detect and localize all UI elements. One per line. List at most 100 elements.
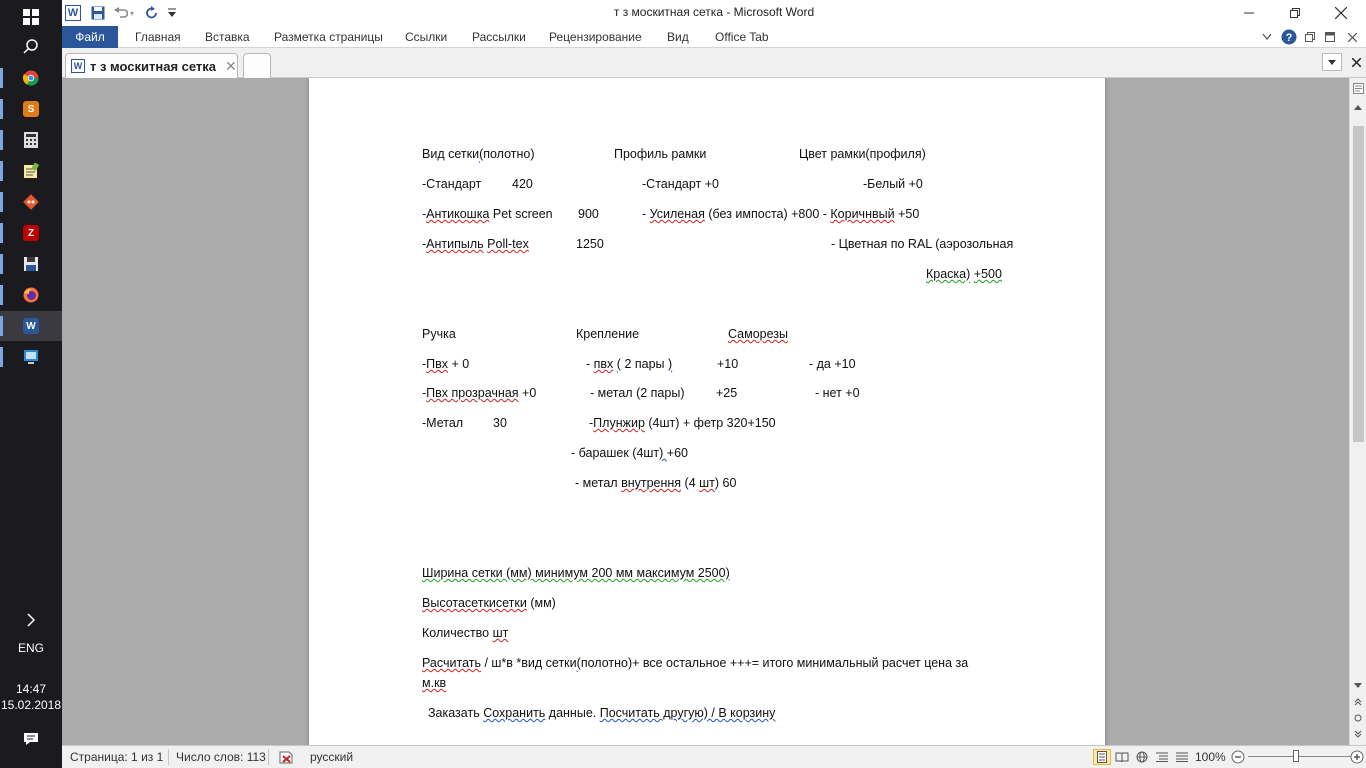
- tab-mailings[interactable]: Рассылки: [462, 26, 536, 48]
- close-tab-icon[interactable]: ✕: [225, 58, 237, 75]
- notepad-icon[interactable]: [0, 156, 62, 186]
- zoom-slider-thumb[interactable]: [1293, 750, 1299, 762]
- mount-metal: - метал (2 пары): [590, 386, 685, 400]
- help-icon[interactable]: ?: [1281, 29, 1297, 45]
- tab-file[interactable]: Файл: [62, 26, 118, 48]
- ribbon-close-icon[interactable]: [1344, 29, 1360, 45]
- remote-desktop-icon[interactable]: [0, 342, 62, 372]
- mount-pvc-price: +10: [717, 357, 739, 371]
- word-taskbar-icon[interactable]: W: [0, 311, 62, 341]
- tab-page-layout[interactable]: Разметка страницы: [264, 26, 393, 48]
- width-field-label: Ширина сетки (мм) минимум 200 мм максиму…: [422, 566, 730, 580]
- ruler-toggle-icon[interactable]: [1350, 80, 1366, 96]
- quantity-field-label: Количество шт: [422, 626, 509, 640]
- tab-office-tab[interactable]: Office Tab: [705, 26, 779, 48]
- minimize-button[interactable]: [1226, 0, 1272, 26]
- heading-frame-color: Цвет рамки(профиля): [799, 147, 926, 161]
- scrollbar-thumb[interactable]: [1353, 126, 1364, 442]
- clock-date: 15.02.2018: [0, 698, 62, 712]
- screws-yes: - да +10: [809, 357, 856, 371]
- reading-view-icon[interactable]: [1113, 749, 1131, 765]
- heading-screws: Саморезы: [728, 327, 789, 341]
- close-tabs-icon[interactable]: [1348, 53, 1364, 71]
- handle-metal-price: 30: [493, 416, 507, 430]
- tab-view[interactable]: Вид: [657, 26, 699, 48]
- svg-text:?: ?: [1286, 32, 1293, 44]
- mount-plunger: -Плунжир (4шт) + фетр 320+150: [589, 416, 776, 430]
- document-tab-active[interactable]: W т з москитная сетка ✕: [65, 53, 238, 78]
- document-tab-label: т з москитная сетка: [90, 58, 217, 74]
- tab-list-dropdown[interactable]: [1322, 53, 1342, 71]
- mount-wingnut: - барашек (4шт) +60: [571, 446, 689, 460]
- mesh-anticat: -Антикошка Pet screen: [422, 207, 553, 221]
- tab-references[interactable]: Ссылки: [395, 26, 457, 48]
- ribbon-tabs: Файл Главная Вставка Разметка страницы С…: [62, 26, 1366, 48]
- vertical-scrollbar[interactable]: [1349, 78, 1366, 745]
- document-language[interactable]: русский: [310, 750, 353, 764]
- calculator-icon[interactable]: [0, 125, 62, 155]
- scroll-up-icon[interactable]: [1350, 100, 1366, 114]
- color-white: -Белый +0: [863, 177, 923, 191]
- chevron-right-icon[interactable]: [0, 605, 62, 635]
- tab-home[interactable]: Главная: [125, 26, 191, 48]
- heading-handle: Ручка: [422, 327, 456, 341]
- restore-button[interactable]: [1272, 0, 1318, 26]
- draft-view-icon[interactable]: [1173, 749, 1191, 765]
- mount-pvc: - пвх ( 2 пары ): [586, 357, 673, 371]
- action-center-icon[interactable]: [0, 724, 62, 754]
- profile-reinforced: - Усиленая (без импоста) +800 - Коричнвы…: [642, 207, 920, 221]
- taskbar-clock[interactable]: 14:47 15.02.2018: [0, 681, 62, 713]
- ribbon-collapse-icon[interactable]: [1259, 29, 1275, 45]
- color-ral-paint: Краска) +500: [926, 267, 1002, 281]
- word-doc-icon: W: [71, 59, 85, 73]
- close-button[interactable]: [1318, 0, 1364, 26]
- ribbon-window-restore-icon[interactable]: [1302, 29, 1318, 45]
- outline-view-icon[interactable]: [1153, 749, 1171, 765]
- handle-pvc: -Пвх + 0: [422, 357, 470, 371]
- mount-metal-inner: - метал внутрення (4 шт) 60: [575, 476, 737, 490]
- zoom-out-icon[interactable]: [1231, 750, 1245, 764]
- zoom-in-icon[interactable]: [1350, 750, 1364, 764]
- mount-metal-price: +25: [716, 386, 738, 400]
- zoom-slider[interactable]: [1248, 756, 1352, 757]
- search-icon[interactable]: [0, 32, 62, 62]
- windows-start-icon[interactable]: [0, 2, 62, 32]
- document-tabs: W т з москитная сетка ✕: [62, 48, 1366, 78]
- calc-formula-line1: Расчитать / ш*в *вид сетки(полотно)+ все…: [422, 656, 969, 670]
- document-page[interactable]: Вид сетки(полотно) Профиль рамки Цвет ра…: [309, 78, 1105, 745]
- handle-pvc-clear: -Пвх прозрачная +0: [422, 386, 537, 400]
- chrome-icon[interactable]: [0, 63, 62, 93]
- mesh-standard-price: 420: [512, 177, 533, 191]
- print-layout-view-icon[interactable]: [1093, 749, 1111, 765]
- input-language[interactable]: ENG: [0, 641, 62, 655]
- next-page-icon[interactable]: [1350, 727, 1366, 741]
- document-area[interactable]: Вид сетки(полотно) Профиль рамки Цвет ра…: [62, 78, 1349, 745]
- previous-page-icon[interactable]: [1350, 695, 1366, 709]
- mesh-antidust-price: 1250: [576, 237, 604, 251]
- calc-formula-line2: м.кв: [422, 676, 447, 690]
- git-icon[interactable]: [0, 187, 62, 217]
- select-browse-object-icon[interactable]: [1350, 711, 1366, 725]
- word-count[interactable]: Число слов: 113: [176, 750, 266, 764]
- heading-mesh-type: Вид сетки(полотно): [422, 147, 535, 161]
- scroll-down-icon[interactable]: [1350, 678, 1366, 692]
- word-window: W ▾ т з москитная сетка - Microsoft Word: [62, 0, 1366, 768]
- zoom-level[interactable]: 100%: [1195, 750, 1226, 764]
- status-bar: Страница: 1 из 1 Число слов: 113 русский: [62, 745, 1366, 768]
- mesh-anticat-price: 900: [578, 207, 599, 221]
- tab-insert[interactable]: Вставка: [195, 26, 260, 48]
- sublime-icon[interactable]: S: [0, 94, 62, 124]
- proofing-icon[interactable]: [277, 749, 295, 765]
- order-actions-line: Заказать Сохранить данные. Посчитать дру…: [428, 706, 776, 720]
- web-layout-view-icon[interactable]: [1133, 749, 1151, 765]
- handle-metal: -Метал: [422, 416, 464, 430]
- color-ral: - Цветная по RAL (аэрозольная: [831, 237, 1014, 251]
- ribbon-restore-icon[interactable]: [1322, 29, 1338, 45]
- firefox-icon[interactable]: [0, 280, 62, 310]
- title-bar: W ▾ т з москитная сетка - Microsoft Word: [62, 0, 1366, 26]
- save-disk-icon[interactable]: [0, 249, 62, 279]
- page-count[interactable]: Страница: 1 из 1: [70, 750, 163, 764]
- filezilla-icon[interactable]: Z: [0, 218, 62, 248]
- new-tab-button[interactable]: [243, 53, 271, 78]
- tab-review[interactable]: Рецензирование: [539, 26, 652, 48]
